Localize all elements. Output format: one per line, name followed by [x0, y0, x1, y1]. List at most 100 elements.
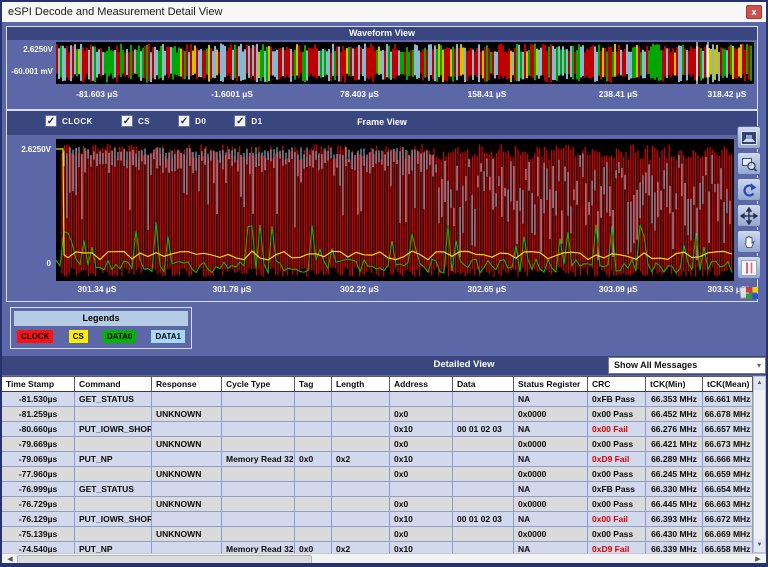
column-header-tck-mean-[interactable]: tCK(Mean)	[703, 376, 753, 392]
table-row[interactable]: -79.669µsUNKNOWN0x00x00000x00 Pass66.421…	[2, 437, 753, 452]
table-cell: 66.669 MHz	[703, 527, 753, 542]
frame-detail-plot[interactable]	[56, 139, 734, 281]
checkbox-checked-icon[interactable]: ✓	[178, 115, 190, 127]
frame-view-header: ✓CLOCK✓CS✓D0✓D1 Frame View	[7, 111, 757, 135]
close-icon[interactable]: x	[746, 5, 762, 19]
table-cell: 66.678 MHz	[703, 407, 753, 422]
table-row[interactable]: -81.530µsGET_STATUSNA0xFB Pass66.353 MHz…	[2, 392, 753, 407]
table-row[interactable]: -75.139µsUNKNOWN0x00x00000x00 Pass66.430…	[2, 527, 753, 542]
title-bar[interactable]: eSPI Decode and Measurement Detail View …	[2, 2, 766, 22]
time-tick-label: 303.09 µS	[599, 284, 638, 294]
table-cell: 66.661 MHz	[703, 392, 753, 407]
table-row[interactable]: -76.729µsUNKNOWN0x00x00000x00 Pass66.445…	[2, 497, 753, 512]
column-header-tck-min-[interactable]: tCK(Min)	[646, 376, 703, 392]
pan-icon[interactable]	[737, 204, 761, 227]
table-cell: 0xFB Pass	[588, 482, 646, 497]
table-cell	[332, 422, 390, 437]
table-cell: UNKNOWN	[152, 407, 222, 422]
frame-y-min-label: 0	[7, 259, 51, 268]
legend-chip-data0: DATA0	[103, 330, 136, 343]
hand-icon[interactable]	[737, 230, 761, 253]
channel-toggle-cs[interactable]: ✓CS	[121, 115, 150, 127]
table-cell	[152, 512, 222, 527]
table-vertical-scrollbar[interactable]: ▲ ▼	[753, 376, 766, 553]
table-cell: 0x00 Pass	[588, 437, 646, 452]
channel-toggle-d0[interactable]: ✓D0	[178, 115, 206, 127]
detailed-view-bar: Detailed View Show All Messages ▾	[2, 356, 766, 375]
time-tick-label: -1.6001 µS	[211, 89, 253, 99]
message-filter-dropdown[interactable]: Show All Messages ▾	[608, 357, 766, 374]
time-tick-label: 302.65 µS	[468, 284, 507, 294]
cursors-icon[interactable]	[737, 256, 761, 279]
table-cell	[332, 527, 390, 542]
checkbox-checked-icon[interactable]: ✓	[45, 115, 57, 127]
column-header-command[interactable]: Command	[75, 376, 152, 392]
table-cell: 0xD9 Fail	[588, 452, 646, 467]
table-row[interactable]: -81.259µsUNKNOWN0x00x00000x00 Pass66.452…	[2, 407, 753, 422]
checkbox-checked-icon[interactable]: ✓	[121, 115, 133, 127]
table-cell	[295, 392, 332, 407]
table-row[interactable]: -74.540µsPUT_NPMemory Read 320x00x20x10N…	[2, 542, 753, 553]
window-border-bottom	[0, 563, 768, 567]
table-row[interactable]: -76.129µsPUT_IOWR_SHORT0x1000 01 02 03NA…	[2, 512, 753, 527]
table-cell	[295, 422, 332, 437]
scroll-up-icon[interactable]: ▲	[754, 377, 765, 390]
channel-toggle-d1[interactable]: ✓D1	[234, 115, 262, 127]
table-cell	[295, 467, 332, 482]
column-header-time-stamp[interactable]: Time Stamp	[2, 376, 75, 392]
table-cell: 0x10	[390, 512, 453, 527]
table-cell	[390, 392, 453, 407]
table-cell: NA	[514, 542, 588, 553]
table-cell: 00 01 02 03	[453, 512, 514, 527]
frame-view-panel: ✓CLOCK✓CS✓D0✓D1 Frame View 2.6250V 0 301…	[6, 110, 758, 302]
espi-detail-window: eSPI Decode and Measurement Detail View …	[0, 0, 768, 567]
palette-icon[interactable]	[737, 282, 761, 304]
column-header-crc[interactable]: CRC	[588, 376, 646, 392]
table-cell	[295, 482, 332, 497]
column-header-length[interactable]: Length	[332, 376, 390, 392]
table-cell: 0x0	[390, 407, 453, 422]
table-cell	[222, 512, 295, 527]
column-header-address[interactable]: Address	[390, 376, 453, 392]
zoom-region-icon[interactable]	[737, 152, 761, 175]
table-cell: 0x00 Pass	[588, 467, 646, 482]
column-header-cycle-type[interactable]: Cycle Type	[222, 376, 295, 392]
table-cell: Memory Read 32	[222, 452, 295, 467]
table-row[interactable]: -77.960µsUNKNOWN0x00x00000x00 Pass66.245…	[2, 467, 753, 482]
column-header-data[interactable]: Data	[453, 376, 514, 392]
legend-chip-cs: CS	[69, 330, 88, 343]
waveform-y-min-label: -60.001 mV	[9, 67, 53, 76]
table-cell: -80.660µs	[2, 422, 75, 437]
undo-icon[interactable]	[737, 178, 761, 201]
table-cell: 66.330 MHz	[646, 482, 703, 497]
table-cell: UNKNOWN	[152, 497, 222, 512]
table-cell: 66.245 MHz	[646, 467, 703, 482]
table-cell	[75, 497, 152, 512]
waveform-preview-icon[interactable]	[737, 126, 761, 149]
table-cell	[295, 497, 332, 512]
table-cell: PUT_IOWR_SHORT	[75, 512, 152, 527]
table-cell: UNKNOWN	[152, 467, 222, 482]
column-header-tag[interactable]: Tag	[295, 376, 332, 392]
table-cell: 66.658 MHz	[703, 542, 753, 553]
table-row[interactable]: -79.069µsPUT_NPMemory Read 320x00x20x10N…	[2, 452, 753, 467]
table-cell	[75, 407, 152, 422]
legends-panel: Legends CLOCKCSDATA0DATA1	[10, 307, 192, 349]
table-cell: 0x00 Fail	[588, 512, 646, 527]
table-row[interactable]: -80.660µsPUT_IOWR_SHORT0x1000 01 02 03NA…	[2, 422, 753, 437]
table-cell: Memory Read 32	[222, 542, 295, 553]
table-cell: 0x2	[332, 452, 390, 467]
table-cell: NA	[514, 512, 588, 527]
table-cell: GET_STATUS	[75, 482, 152, 497]
table-row[interactable]: -76.999µsGET_STATUSNA0xFB Pass66.330 MHz…	[2, 482, 753, 497]
column-header-response[interactable]: Response	[152, 376, 222, 392]
table-cell: 66.657 MHz	[703, 422, 753, 437]
table-cell: -79.069µs	[2, 452, 75, 467]
waveform-overview-plot[interactable]	[56, 42, 754, 84]
channel-toggle-clock[interactable]: ✓CLOCK	[45, 115, 93, 127]
column-header-status-register[interactable]: Status Register	[514, 376, 588, 392]
scroll-down-icon[interactable]: ▼	[754, 539, 765, 552]
table-cell: 66.339 MHz	[646, 542, 703, 553]
table-cell: 0x0	[390, 467, 453, 482]
checkbox-checked-icon[interactable]: ✓	[234, 115, 246, 127]
